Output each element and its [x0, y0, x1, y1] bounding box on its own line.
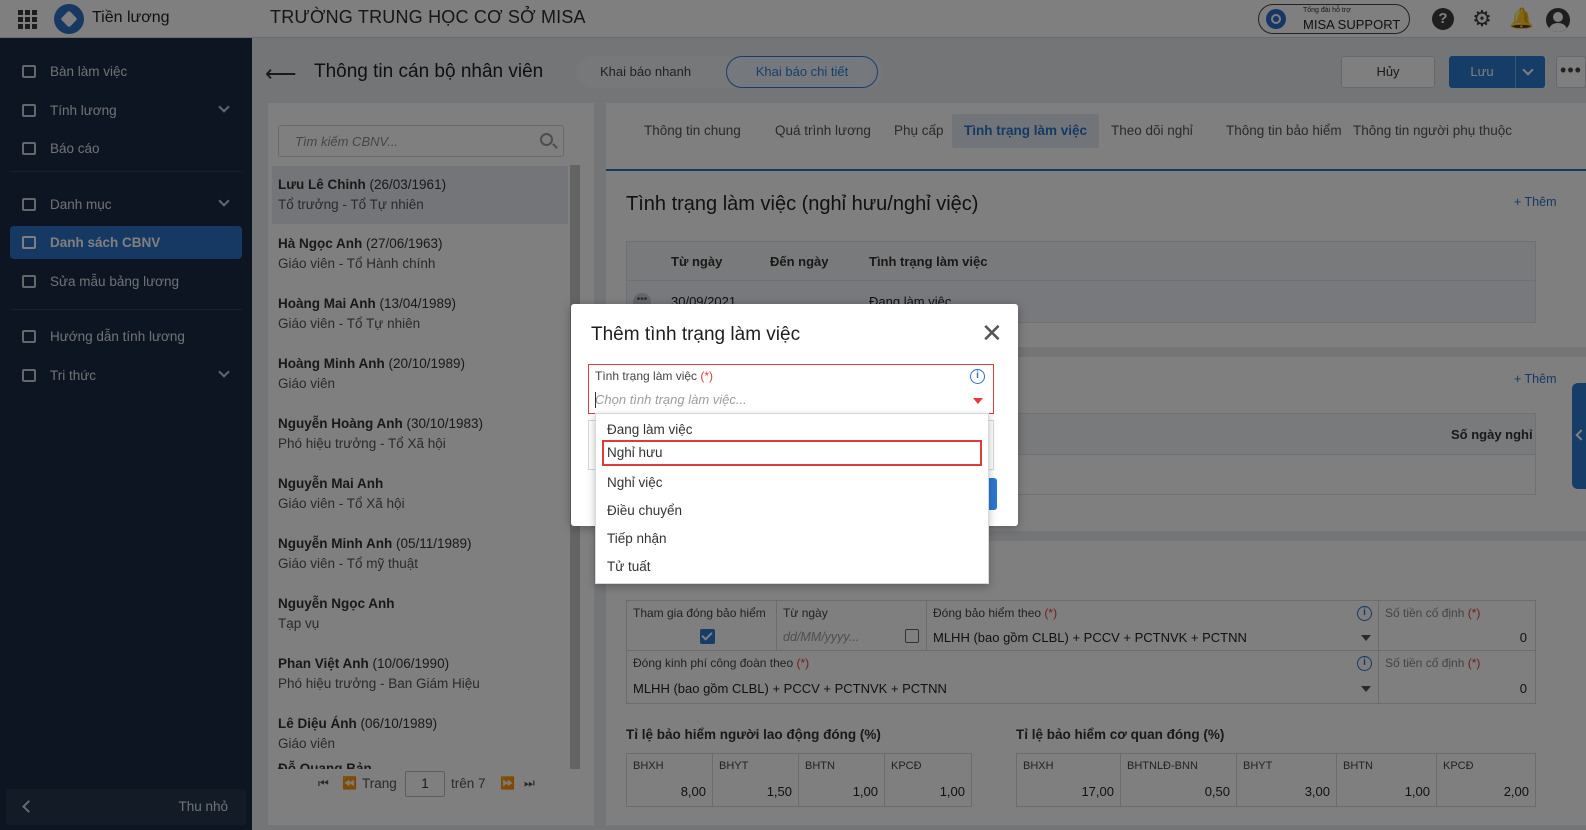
- close-icon[interactable]: ✕: [981, 320, 1003, 346]
- caret-down-icon[interactable]: [973, 398, 983, 404]
- work-status-dropdown: Đang làm việc Nghỉ hưu Nghỉ việc Điều ch…: [595, 413, 989, 584]
- work-status-select[interactable]: Tình trạng làm việc (*) i Chọn tình trạn…: [588, 364, 994, 414]
- select-placeholder: Chọn tình trạng làm việc...: [595, 392, 747, 407]
- dropdown-option[interactable]: Nghỉ việc: [602, 470, 982, 496]
- required-mark: (*): [700, 369, 714, 383]
- info-icon[interactable]: i: [970, 369, 985, 384]
- dropdown-option[interactable]: Điều chuyển: [602, 498, 982, 524]
- dialog-title: Thêm tình trạng làm việc: [591, 324, 801, 345]
- field-label: Tình trạng làm việc: [595, 369, 698, 383]
- dropdown-option[interactable]: Tiếp nhận: [602, 526, 982, 552]
- text-cursor: [595, 392, 596, 408]
- dropdown-option[interactable]: Tử tuất: [602, 554, 982, 580]
- dropdown-option-highlighted[interactable]: Nghỉ hưu: [602, 440, 982, 466]
